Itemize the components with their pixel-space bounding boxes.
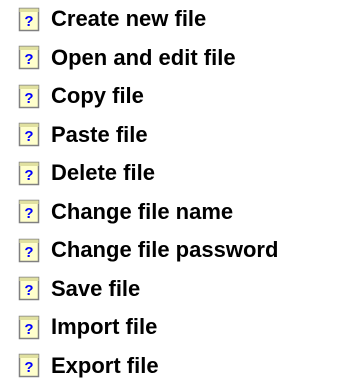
help-topic-label: Open and edit file [51,44,236,70]
help-topic-label: Delete file [51,160,155,186]
help-topic-label: Change file password [51,237,279,263]
svg-text:?: ? [24,244,33,261]
help-document-icon: ? [18,238,40,262]
help-document-icon: ? [18,123,40,147]
svg-text:?: ? [24,359,33,376]
help-topic-label: Create new file [51,6,207,32]
help-document-icon: ? [18,161,40,185]
help-topic-delete-file[interactable]: ? Delete file [18,154,278,193]
help-topic-label: Import file [51,314,158,340]
help-topic-label: Export file [51,352,159,378]
svg-text:?: ? [24,128,33,145]
help-document-icon: ? [18,7,40,31]
help-document-icon: ? [18,354,40,378]
help-document-icon: ? [18,84,40,108]
help-document-icon: ? [18,200,40,224]
svg-text:?: ? [24,90,33,107]
help-topic-open-and-edit-file[interactable]: ? Open and edit file [18,39,278,78]
help-topic-change-file-name[interactable]: ? Change file name [18,193,278,232]
svg-text:?: ? [24,13,33,30]
help-topic-label: Copy file [51,83,144,109]
help-topic-create-new-file[interactable]: ? Create new file [18,0,278,39]
help-topic-label: Save file [51,275,141,301]
svg-text:?: ? [24,205,33,222]
svg-text:?: ? [24,167,33,184]
help-document-icon: ? [18,46,40,70]
help-topic-import-file[interactable]: ? Import file [18,308,278,347]
help-topic-save-file[interactable]: ? Save file [18,270,278,309]
help-topic-copy-file[interactable]: ? Copy file [18,77,278,116]
help-topic-label: Change file name [51,198,234,224]
help-topics-list: ? Create new file ? Open and edit file ?… [18,0,278,385]
svg-text:?: ? [24,321,33,338]
svg-text:?: ? [24,282,33,299]
help-document-icon: ? [18,277,40,301]
help-topic-paste-file[interactable]: ? Paste file [18,116,278,155]
help-document-icon: ? [18,315,40,339]
help-topic-label: Paste file [51,121,148,147]
help-topic-export-file[interactable]: ? Export file [18,347,278,386]
help-topic-change-file-password[interactable]: ? Change file password [18,231,278,270]
svg-text:?: ? [24,51,33,68]
